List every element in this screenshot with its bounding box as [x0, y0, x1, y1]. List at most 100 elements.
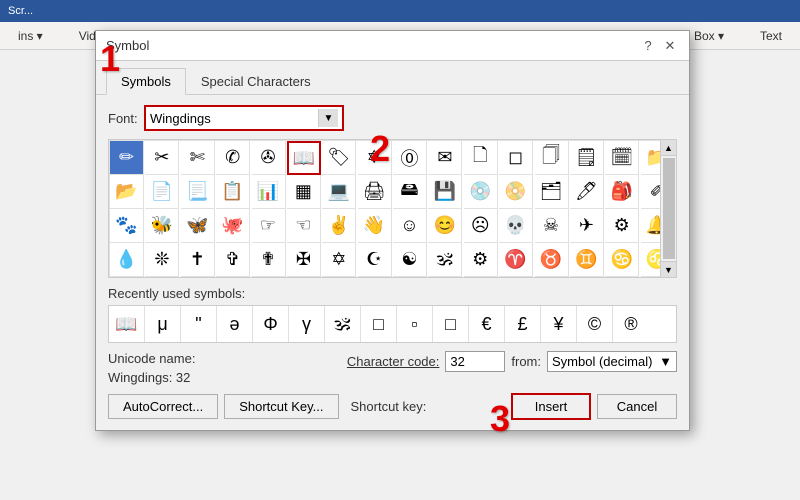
symbol-cell[interactable]: 🖨 [358, 175, 392, 209]
symbol-cell[interactable]: ☯ [393, 243, 427, 277]
recently-cell[interactable]: □ [361, 306, 397, 342]
recently-cell[interactable]: ə [217, 306, 253, 342]
symbol-grid: ✏ ✂ ✄ ✆ ✇ 📖 🏷 ✡ ⓪ ✉ 🗋 ◻ 🗍 🗒 🗓 📁 [109, 140, 676, 277]
recently-cell[interactable]: ¥ [541, 306, 577, 342]
symbol-cell[interactable]: 🖊 [570, 175, 604, 209]
symbol-cell[interactable]: 👋 [358, 209, 392, 243]
symbol-cell[interactable]: 📀 [499, 175, 533, 209]
dialog-titlebar: Symbol ? ✕ [96, 31, 689, 61]
symbol-cell[interactable]: ♊ [570, 243, 604, 277]
symbol-cell[interactable]: 🏷 [322, 141, 356, 175]
symbol-cell[interactable]: ☺ [393, 209, 427, 243]
symbol-cell[interactable]: 🗓 [605, 141, 639, 175]
recently-used-label: Recently used symbols: [108, 286, 677, 301]
symbol-cell[interactable]: 😊 [428, 209, 462, 243]
symbol-cell[interactable]: 🖴 [393, 175, 427, 209]
font-value: Wingdings [150, 111, 318, 126]
recently-cell[interactable]: ▫ [397, 306, 433, 342]
grid-scrollbar[interactable]: ▲ ▼ [660, 140, 676, 277]
symbol-cell[interactable]: ◻ [499, 141, 533, 175]
symbol-cell[interactable]: 🐝 [145, 209, 179, 243]
cancel-button[interactable]: Cancel [597, 394, 677, 419]
symbol-cell[interactable]: 🦋 [181, 209, 215, 243]
symbol-cell[interactable]: 💻 [322, 175, 356, 209]
symbol-cell[interactable]: 🕉 [428, 243, 462, 277]
symbol-cell[interactable]: ✂ [145, 141, 179, 175]
symbol-cell[interactable]: ☞ [252, 209, 286, 243]
recently-cell[interactable]: Φ [253, 306, 289, 342]
symbol-cell-book[interactable]: 📖 [287, 141, 321, 175]
recently-cell[interactable]: 📖 [109, 306, 145, 342]
symbol-cell[interactable]: ✌ [322, 209, 356, 243]
scrollbar-down[interactable]: ▼ [661, 261, 677, 277]
recently-cell[interactable]: © [577, 306, 613, 342]
symbol-cell[interactable]: 🐙 [216, 209, 250, 243]
symbol-cell[interactable]: ✟ [252, 243, 286, 277]
symbol-cell[interactable]: 📊 [252, 175, 286, 209]
tab-symbols[interactable]: Symbols [106, 68, 186, 95]
symbol-cell[interactable]: ✆ [216, 141, 250, 175]
symbol-cell[interactable]: ✡ [358, 141, 392, 175]
symbol-cell[interactable]: 💀 [499, 209, 533, 243]
recently-cell[interactable]: μ [145, 306, 181, 342]
recently-cell[interactable]: " [181, 306, 217, 342]
symbol-cell[interactable]: ✉ [428, 141, 462, 175]
symbol-cell[interactable]: ☜ [287, 209, 321, 243]
shortcut-key-button[interactable]: Shortcut Key... [224, 394, 338, 419]
symbol-cell[interactable]: 💾 [428, 175, 462, 209]
dialog-content: Font: Wingdings ▼ ✏ ✂ ✄ ✆ ✇ 📖 🏷 ✡ [96, 95, 689, 430]
font-dropdown-arrow[interactable]: ▼ [318, 109, 338, 127]
recently-cell[interactable]: □ [433, 306, 469, 342]
recently-cell[interactable]: γ [289, 306, 325, 342]
scrollbar-thumb[interactable] [663, 158, 675, 259]
symbol-cell[interactable]: ⚙ [464, 243, 498, 277]
symbol-cell[interactable]: ⚙ [605, 209, 639, 243]
symbol-cell[interactable]: ✇ [252, 141, 286, 175]
symbol-cell[interactable]: ☠ [535, 209, 569, 243]
font-select[interactable]: Wingdings ▼ [144, 105, 344, 131]
recently-cell[interactable]: 🕉 [325, 306, 361, 342]
symbol-cell[interactable]: ❊ [145, 243, 179, 277]
symbol-cell[interactable]: ♉ [535, 243, 569, 277]
symbol-cell[interactable]: ☹ [464, 209, 498, 243]
recently-cell[interactable]: ® [613, 306, 649, 342]
symbol-cell[interactable]: 🎒 [605, 175, 639, 209]
recently-cell[interactable]: £ [505, 306, 541, 342]
symbol-cell[interactable]: 🗂 [535, 175, 569, 209]
autocorrect-button[interactable]: AutoCorrect... [108, 394, 218, 419]
symbol-cell[interactable]: ✈ [570, 209, 604, 243]
symbol-cell[interactable]: ♈ [499, 243, 533, 277]
symbol-cell[interactable]: 🗒 [570, 141, 604, 175]
symbol-cell[interactable]: ▦ [287, 175, 321, 209]
symbol-cell[interactable]: 📃 [181, 175, 215, 209]
symbol-cell[interactable]: ✄ [181, 141, 215, 175]
from-select[interactable]: Symbol (decimal) ▼ [547, 351, 677, 372]
symbol-cell[interactable]: ✞ [216, 243, 250, 277]
symbol-cell[interactable]: 🐾 [110, 209, 144, 243]
symbol-cell[interactable]: 💧 [110, 243, 144, 277]
from-label: from: [511, 354, 541, 369]
info-left: Unicode name: Wingdings: 32 [108, 351, 327, 389]
help-button[interactable]: ? [639, 37, 657, 55]
symbol-cell[interactable]: 📂 [110, 175, 144, 209]
symbol-cell[interactable]: ☪ [358, 243, 392, 277]
symbol-cell[interactable]: ✏ [110, 141, 144, 175]
symbol-cell[interactable]: ♋ [605, 243, 639, 277]
symbol-cell[interactable]: 🗋 [464, 141, 498, 175]
symbol-cell[interactable]: 🗍 [535, 141, 569, 175]
symbol-cell[interactable]: ✝ [181, 243, 215, 277]
symbol-cell[interactable]: 💿 [464, 175, 498, 209]
close-button[interactable]: ✕ [661, 37, 679, 55]
dialog-overlay: Symbol ? ✕ Symbols Special Characters Fo… [0, 0, 800, 500]
recently-cell[interactable]: € [469, 306, 505, 342]
symbol-cell[interactable]: 📄 [145, 175, 179, 209]
scrollbar-up[interactable]: ▲ [661, 140, 677, 156]
symbol-cell[interactable]: ✠ [287, 243, 321, 277]
symbol-cell[interactable]: ✡ [322, 243, 356, 277]
tab-special-characters[interactable]: Special Characters [186, 68, 326, 95]
insert-button[interactable]: Insert [511, 393, 591, 420]
from-dropdown-arrow[interactable]: ▼ [659, 354, 672, 369]
symbol-cell[interactable]: ⓪ [393, 141, 427, 175]
symbol-cell[interactable]: 📋 [216, 175, 250, 209]
charcode-input[interactable]: 32 [445, 351, 505, 372]
